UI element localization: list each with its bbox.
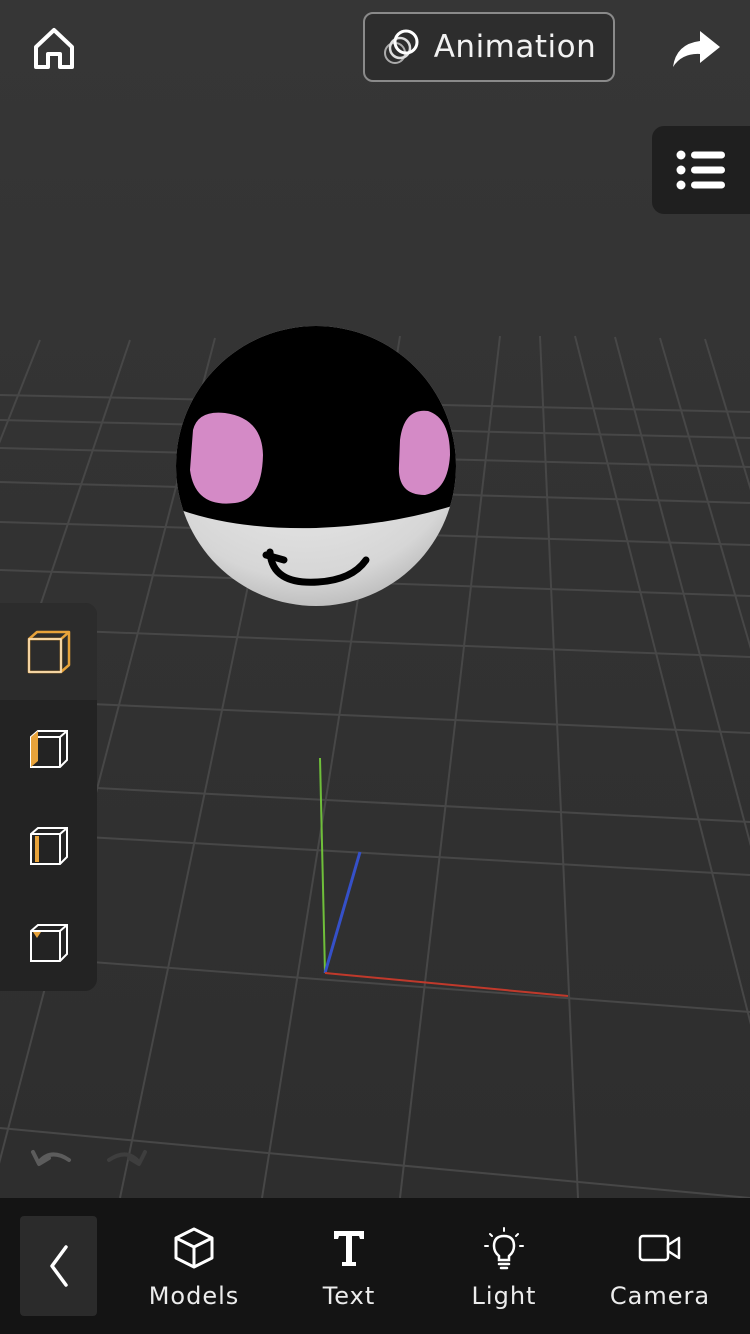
undo-button[interactable] <box>22 1136 82 1186</box>
redo-icon <box>107 1150 147 1166</box>
scene-canvas <box>0 0 750 1198</box>
outline-list-button[interactable] <box>652 126 750 214</box>
camera-label: Camera <box>609 1282 711 1310</box>
models-tool-button[interactable]: Models <box>124 1224 264 1314</box>
animation-button[interactable]: Animation <box>363 12 615 82</box>
share-arrow-icon <box>673 31 720 67</box>
layers-icon <box>383 29 419 64</box>
light-label: Light <box>471 1282 537 1310</box>
home-icon <box>34 28 74 69</box>
list-icon <box>676 150 725 190</box>
bottom-toolbar: Models Text Light Camera <box>0 1198 750 1334</box>
cube-front-icon <box>29 826 68 865</box>
side-view-button[interactable] <box>0 700 97 797</box>
cube-side-icon <box>29 729 68 768</box>
video-camera-icon <box>638 1234 681 1262</box>
back-button[interactable] <box>20 1216 97 1316</box>
cube-icon <box>174 1227 214 1269</box>
share-button[interactable] <box>660 14 732 82</box>
redo-button[interactable] <box>96 1136 156 1186</box>
perspective-view-button[interactable] <box>0 603 97 700</box>
front-view-button[interactable] <box>0 797 97 894</box>
cube-perspective-icon <box>27 630 70 673</box>
text-t-icon <box>334 1231 364 1266</box>
view-selector-panel <box>0 603 97 991</box>
text-label: Text <box>322 1282 376 1310</box>
models-label: Models <box>148 1282 240 1310</box>
3d-viewport[interactable] <box>0 0 750 1198</box>
lightbulb-icon <box>484 1227 524 1270</box>
light-tool-button[interactable]: Light <box>434 1224 574 1314</box>
undo-icon <box>31 1150 71 1166</box>
home-button[interactable] <box>18 14 90 82</box>
chevron-left-icon <box>49 1245 68 1287</box>
top-view-button[interactable] <box>0 894 97 991</box>
camera-tool-button[interactable]: Camera <box>590 1224 730 1314</box>
cube-top-icon <box>29 923 68 962</box>
animation-label: Animation <box>433 29 597 65</box>
text-tool-button[interactable]: Text <box>279 1224 419 1314</box>
